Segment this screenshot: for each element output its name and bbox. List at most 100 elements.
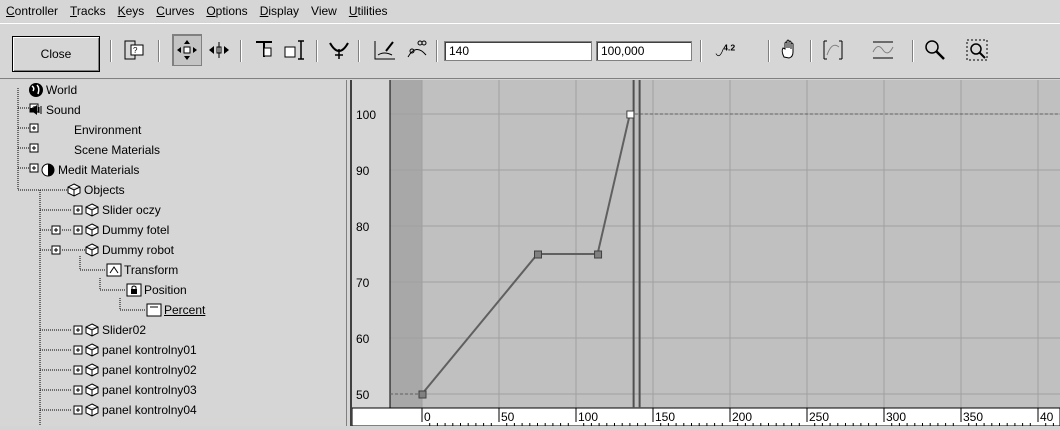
tree-item[interactable]: Scene Materials [72, 140, 160, 160]
zoom-horizontal-extents-icon[interactable] [818, 34, 848, 66]
tree-item[interactable]: World [28, 80, 77, 100]
tree-item-label: panel kontrolny03 [102, 383, 197, 397]
y-tick-label: 90 [356, 164, 370, 178]
pan-icon[interactable] [774, 34, 804, 66]
y-tick-label: 100 [356, 108, 376, 122]
tree-item[interactable]: panel kontrolny02 [84, 360, 197, 380]
function-curve-graph[interactable]: 0501001502002503003504010090807060500501… [351, 80, 1060, 427]
draw-curves-icon[interactable] [370, 34, 400, 66]
tree-item[interactable]: Percent [146, 300, 205, 320]
tree-item[interactable]: Dummy fotel [84, 220, 169, 240]
x-tick-label: 300 [886, 410, 906, 424]
zoom-icon[interactable] [920, 34, 950, 66]
tree-item-label: Dummy robot [102, 243, 175, 257]
object-icon [84, 202, 100, 218]
world-icon [28, 82, 44, 98]
tree-item[interactable]: Environment [72, 120, 141, 140]
tree-item-label: panel kontrolny01 [102, 343, 197, 357]
tree-item-label: Slider oczy [102, 203, 161, 217]
keyframe-point[interactable] [534, 250, 542, 259]
tree-item[interactable]: Objects [66, 180, 125, 200]
out-of-range-region [390, 80, 422, 408]
move-keys-icon[interactable] [172, 34, 202, 66]
close-button[interactable]: Close [12, 36, 100, 72]
percent-icon [146, 302, 162, 318]
scale-keys-icon[interactable] [250, 34, 280, 66]
y-tick-label: 50 [356, 388, 370, 402]
slide-keys-icon[interactable] [204, 34, 234, 66]
tree-item-label: Scene Materials [74, 143, 161, 157]
curve-canvas[interactable]: 0501001502002503003504010090807060500501… [351, 80, 1060, 427]
zoom-value-extents-icon[interactable] [868, 34, 898, 66]
object-icon [84, 242, 100, 258]
menu-options[interactable]: Options [206, 4, 247, 18]
tree-item[interactable]: Medit Materials [40, 160, 139, 180]
menu-view[interactable]: View [311, 4, 337, 18]
x-tick-label: 0 [424, 410, 431, 424]
tree-item[interactable]: Slider02 [84, 320, 146, 340]
properties-icon[interactable]: ? [120, 34, 150, 66]
menu-tracks[interactable]: Tracks [70, 4, 106, 18]
toolbar-separator [316, 40, 318, 62]
keyframe-point[interactable] [594, 250, 603, 259]
tree-item[interactable]: panel kontrolny04 [84, 400, 197, 420]
toolbar: Close ? 140 100,000 4.2 [0, 23, 1060, 79]
menu-bar: Controller Tracks Keys Curves Options Display… [0, 0, 1060, 22]
tree-item[interactable]: Sound [28, 100, 81, 120]
object-icon [84, 402, 100, 418]
x-tick-label: 150 [655, 410, 675, 424]
tree-item-label: panel kontrolny04 [102, 403, 197, 417]
lock-selection-icon[interactable]: 4.2 [708, 34, 744, 66]
svg-text:?: ? [133, 46, 138, 55]
hierarchy-tree: World Sound Environment Scene Materials Medi… [0, 80, 346, 426]
menu-keys[interactable]: Keys [118, 4, 145, 18]
material-icon [40, 162, 56, 178]
toolbar-separator [810, 40, 812, 62]
tree-item-label: Environment [74, 123, 142, 137]
object-icon [84, 342, 100, 358]
reduce-keys-icon[interactable] [402, 34, 432, 66]
keyframe-point[interactable] [418, 390, 427, 399]
menu-utilities[interactable]: Utilities [349, 4, 388, 18]
current-frame-field[interactable]: 140 [444, 41, 592, 61]
tree-item-label: Slider02 [102, 323, 147, 337]
y-tick-label: 80 [356, 220, 370, 234]
tree-item-label: Transform [124, 263, 179, 277]
y-tick-label: 60 [356, 332, 370, 346]
tree-item-label: Percent [164, 303, 206, 317]
tree-item[interactable]: Slider oczy [84, 200, 161, 220]
y-tick-label: 70 [356, 276, 370, 290]
menu-curves[interactable]: Curves [156, 4, 194, 18]
tree-item-label: panel kontrolny02 [102, 363, 197, 377]
x-tick-label: 350 [963, 410, 983, 424]
tree-item[interactable]: panel kontrolny03 [84, 380, 197, 400]
tree-item[interactable]: panel kontrolny01 [84, 340, 197, 360]
x-tick-label: 200 [732, 410, 752, 424]
toolbar-separator [912, 40, 914, 62]
toolbar-separator [436, 40, 438, 62]
tree-item[interactable]: Transform [106, 260, 178, 280]
menu-display[interactable]: Display [260, 4, 299, 18]
tree-item-label: Dummy fotel [102, 223, 170, 237]
position-icon [126, 282, 142, 298]
zoom-region-icon[interactable] [962, 34, 992, 66]
key-value-field[interactable]: 100,000 [596, 41, 692, 61]
object-icon [66, 182, 82, 198]
object-icon [84, 222, 100, 238]
toolbar-separator [240, 40, 242, 62]
keyframe-point[interactable] [626, 110, 635, 119]
object-icon [84, 382, 100, 398]
toolbar-separator [110, 40, 112, 62]
x-tick-label: 100 [578, 410, 598, 424]
add-keys-icon[interactable] [324, 34, 354, 66]
tree-item-label: Objects [84, 183, 125, 197]
tree-item[interactable]: Dummy robot [84, 240, 174, 260]
toolbar-separator [768, 40, 770, 62]
transform-icon [106, 262, 122, 278]
toolbar-separator [700, 40, 702, 62]
menu-controller[interactable]: Controller [6, 4, 58, 18]
x-tick-label: 40 [1040, 410, 1054, 424]
tree-item[interactable]: Position [126, 280, 187, 300]
scale-values-icon[interactable] [280, 34, 310, 66]
x-tick-label: 50 [501, 410, 515, 424]
